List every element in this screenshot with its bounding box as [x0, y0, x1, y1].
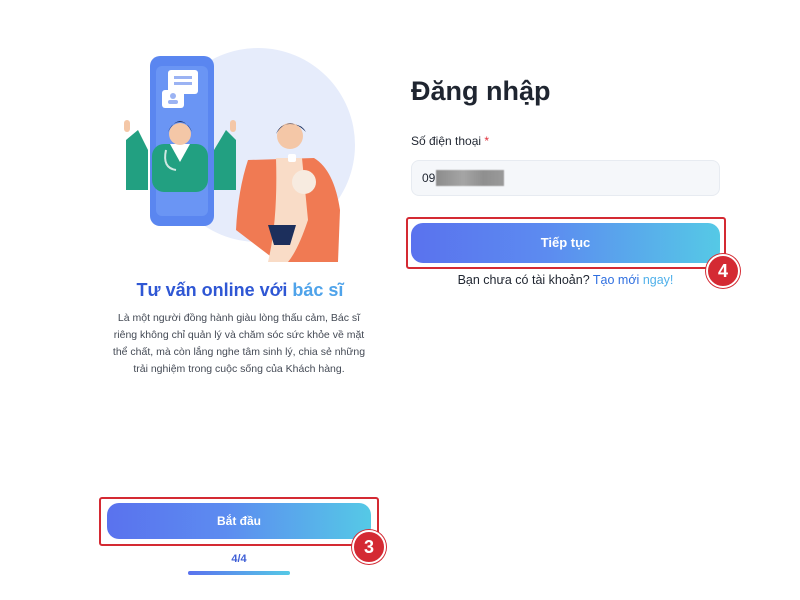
- signup-link[interactable]: Tạo mới: [593, 273, 639, 287]
- page-progress-track: [188, 571, 290, 575]
- onboarding-illustration: [118, 40, 358, 270]
- start-button[interactable]: Bắt đầu: [107, 503, 371, 539]
- phone-field-label: Số điện thoại *: [411, 134, 489, 148]
- continue-button[interactable]: Tiếp tục: [411, 223, 720, 263]
- onboarding-description: Là một người đồng hành giàu lòng thấu cả…: [112, 312, 366, 375]
- onboarding-title-main: Tư vấn online với: [136, 280, 293, 300]
- page-indicator-text: 4/4: [231, 553, 247, 565]
- signup-prompt: Bạn chưa có tài khoản? Tạo mới ngay!: [411, 273, 720, 287]
- onboarding-title-accent: bác sĩ: [292, 280, 344, 300]
- onboarding-title: Tư vấn online với bác sĩ: [100, 280, 380, 301]
- phone-label-text: Số điện thoại: [411, 134, 482, 148]
- step-badge-3: 3: [352, 530, 386, 564]
- phone-number-redaction: [436, 170, 505, 186]
- login-title: Đăng nhập: [411, 76, 551, 106]
- page-progress-fill: [188, 571, 290, 575]
- phone-input-value: 09: [422, 171, 436, 185]
- required-marker: *: [484, 134, 490, 148]
- signup-prompt-text: Bạn chưa có tài khoản?: [457, 273, 590, 287]
- phone-input[interactable]: 09: [411, 160, 720, 196]
- signup-link-suffix[interactable]: ngay!: [643, 273, 674, 287]
